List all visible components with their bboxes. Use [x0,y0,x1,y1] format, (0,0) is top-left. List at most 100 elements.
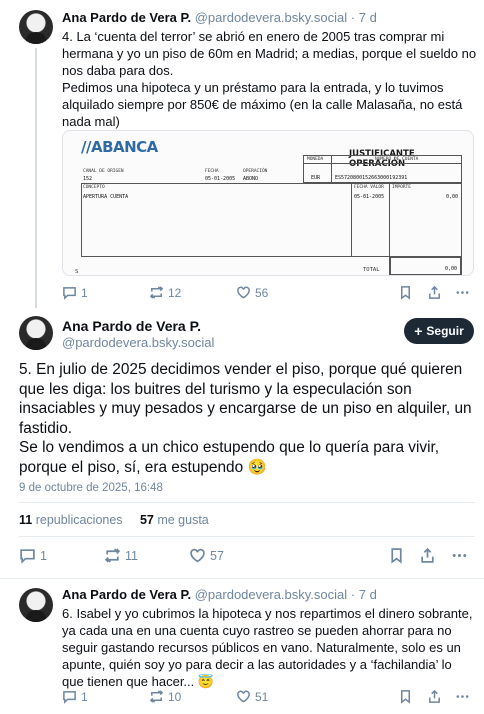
like-button[interactable]: 57 [189,547,224,564]
more-button[interactable] [455,285,470,300]
numero-label: NÚMERO DE CUENTA [375,157,419,162]
post-header: Ana Pardo de Vera P. @pardodevera.bsky.s… [62,10,377,25]
post-6[interactable]: Ana Pardo de Vera P. @pardodevera.bsky.s… [0,578,484,714]
bookmark-button[interactable] [398,689,413,704]
likes-stat[interactable]: 57 me gusta [140,513,209,527]
receipt-image[interactable]: //ABANCA JUSTIFICANTE OPERACIÓN MONEDA N… [62,130,474,276]
post-4[interactable]: Ana Pardo de Vera P. @pardodevera.bsky.s… [0,0,484,308]
repost-icon [104,548,121,563]
reposts-stat-count: 11 [19,513,33,527]
share-button[interactable] [427,285,442,300]
canal-label: CANAL DE ORIGEN [83,169,124,174]
separator-dot: · [350,587,356,602]
share-icon [429,689,440,703]
repost-button[interactable]: 11 [104,547,138,564]
post-header: Ana Pardo de Vera P. @pardodevera.bsky.s… [62,587,377,602]
post-stats: 11 republicaciones 57 me gusta [19,513,209,527]
avatar[interactable] [19,588,53,622]
author-handle[interactable]: @pardodevera.bsky.social [62,335,214,350]
fecha-value: 05-01-2005 [205,176,236,182]
share-button[interactable] [427,689,442,704]
post-actions: 1 10 51 [62,689,474,709]
importe-value: 0,00 [446,194,459,200]
avatar[interactable] [19,316,53,350]
like-count: 57 [210,548,224,563]
importe-label: IMPORTE [392,185,411,190]
post-text: 6. Isabel y yo cubrimos la hipoteca y no… [62,606,473,689]
avatar[interactable] [19,10,53,44]
author-name[interactable]: Ana Pardo de Vera P. [62,318,201,334]
share-icon [429,285,440,299]
reposts-stat-label: republicaciones [35,513,123,527]
like-count: 51 [255,689,269,704]
repost-icon [149,690,164,703]
bookmark-button[interactable] [388,547,405,564]
total-label: TOTAL [363,267,380,273]
bookmark-icon [401,286,410,300]
divider [19,502,475,503]
fecha-label: FECHA [205,169,219,174]
likes-stat-count: 57 [139,513,154,527]
concepto-box [81,183,462,257]
post-time[interactable]: 7 d [359,10,377,25]
post-text: 5. En julio de 2025 decidimos vender el … [19,360,479,477]
thread-line [35,48,37,308]
concepto-vline-1 [351,183,352,257]
bookmark-icon [401,690,410,704]
concepto-value: APERTURA CUENTA [83,194,129,200]
moneda-label: MONEDA [307,157,324,162]
operacion-value: ABONO [243,176,259,182]
reply-count: 1 [81,689,88,704]
repost-count: 10 [168,689,182,704]
reply-icon [20,549,35,564]
total-value: 0,00 [445,266,458,272]
reply-button[interactable]: 1 [62,285,88,300]
author-name[interactable]: Ana Pardo de Vera P. [62,10,191,25]
post-time[interactable]: 7 d [359,587,377,602]
numero-value: ES5720800152663000192391 [335,175,408,181]
reposts-stat[interactable]: 11 republicaciones [19,513,123,527]
likes-stat-label: me gusta [157,513,209,527]
post-date: 9 de octubre de 2025, 16:48 [19,482,163,494]
share-icon [421,547,434,563]
post-paragraph: 4. La ‘cuenta del terror’ se abrió en en… [62,29,477,78]
receipt-header-divider [303,163,462,164]
receipt-header-vline [331,155,332,183]
author-handle[interactable]: @pardodevera.bsky.social [195,10,347,25]
more-icon [456,695,469,698]
bookmark-icon [391,548,402,564]
bookmark-button[interactable] [398,285,413,300]
like-button[interactable]: 51 [236,689,268,704]
like-count: 56 [255,285,269,300]
separator-dot: · [350,10,356,25]
operacion-label: OPERACIÓN [243,169,268,174]
repost-count: 11 [125,548,138,563]
author-name[interactable]: Ana Pardo de Vera P. [62,587,191,602]
like-button[interactable]: 56 [236,285,268,300]
repost-icon [149,286,164,299]
more-button[interactable] [455,689,470,704]
post-actions: 1 12 56 [62,285,474,305]
author-handle[interactable]: @pardodevera.bsky.social [195,587,347,602]
reply-count: 1 [81,285,88,300]
follow-button[interactable]: + Seguir [404,318,474,344]
reply-button[interactable]: 1 [62,689,88,704]
divider [19,536,475,537]
reply-button[interactable]: 1 [19,547,47,564]
fecha-valor-value: 05-01-2005 [354,194,385,200]
abanca-logo: //ABANCA [81,138,158,156]
repost-count: 12 [168,285,182,300]
more-icon [452,554,467,557]
heart-icon [190,548,205,563]
more-icon [456,291,469,294]
reply-count: 1 [40,548,47,563]
repost-button[interactable]: 12 [149,285,181,300]
repost-button[interactable]: 10 [149,689,181,704]
concepto-label: CONCEPTO [83,185,105,190]
post-actions: 1 11 57 [19,547,474,567]
post-text: 4. La ‘cuenta del terror’ se abrió en en… [62,28,477,130]
follow-label: Seguir [426,324,464,338]
share-button[interactable] [419,547,436,564]
heart-icon [237,286,250,299]
more-button[interactable] [451,547,468,564]
